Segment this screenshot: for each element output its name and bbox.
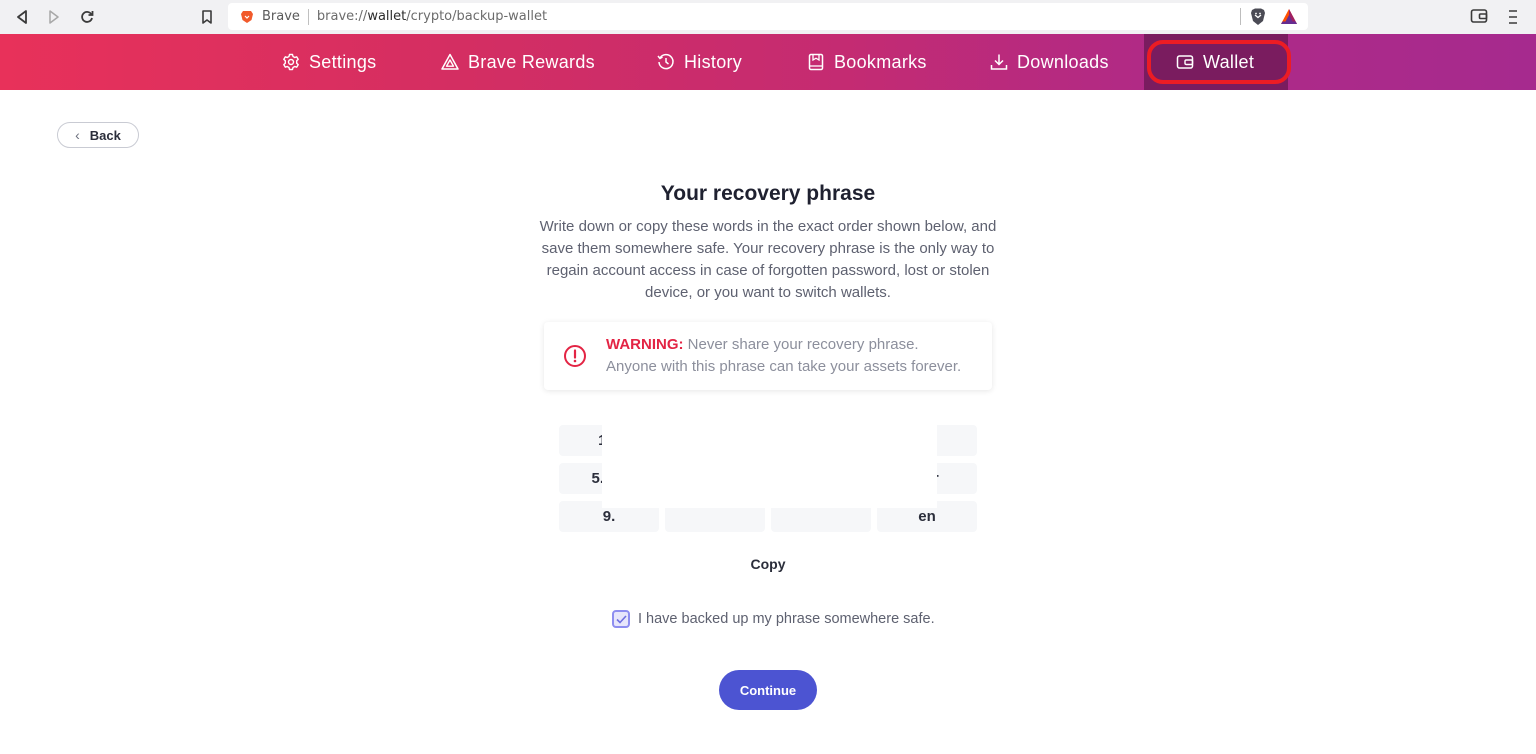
continue-button[interactable]: Continue xyxy=(719,670,817,710)
nav-history[interactable]: History xyxy=(657,34,742,90)
history-icon xyxy=(657,53,674,70)
bookmark-book-icon xyxy=(808,53,824,71)
download-icon xyxy=(990,54,1008,70)
bat-rewards-icon[interactable] xyxy=(1280,8,1298,25)
site-label: Brave xyxy=(262,9,300,24)
copy-button[interactable]: Copy xyxy=(751,556,786,572)
url-right-divider xyxy=(1240,8,1241,25)
url-divider xyxy=(307,8,309,25)
settings-top-nav: Settings Brave Rewards History Bookmarks… xyxy=(0,34,1536,90)
nav-settings-label: Settings xyxy=(309,51,377,72)
bookmark-icon xyxy=(202,10,212,24)
nav-brave-rewards-label: Brave Rewards xyxy=(468,51,595,72)
nav-wallet[interactable]: Wallet xyxy=(1176,34,1254,90)
menu-icon[interactable] xyxy=(1505,7,1521,27)
forward-nav-button[interactable] xyxy=(44,7,64,27)
forward-icon xyxy=(49,10,59,24)
brave-shields-icon[interactable] xyxy=(1250,8,1266,26)
warning-line1: Never share your recovery phrase. xyxy=(683,336,919,353)
back-button[interactable]: ‹ Back xyxy=(57,122,139,148)
nav-bookmarks-label: Bookmarks xyxy=(834,51,927,72)
warning-label: WARNING: xyxy=(606,336,684,353)
checkmark-icon xyxy=(615,614,627,624)
nav-wallet-label: Wallet xyxy=(1203,51,1255,72)
nav-history-label: History xyxy=(684,51,743,72)
brave-lion-icon xyxy=(241,10,253,23)
chevron-left-icon: ‹ xyxy=(75,127,80,143)
page-title: Your recovery phrase xyxy=(660,182,876,205)
page-description: Write down or copy these words in the ex… xyxy=(539,218,997,301)
back-nav-button[interactable] xyxy=(12,7,32,27)
wallet-icon xyxy=(1176,55,1194,69)
wallet-icon[interactable] xyxy=(1470,8,1488,24)
backup-confirm-checkbox[interactable] xyxy=(612,610,630,628)
address-bar[interactable]: Brave brave://wallet/crypto/backup-walle… xyxy=(228,3,1308,30)
alert-circle-icon xyxy=(564,345,586,367)
browser-toolbar: Brave brave://wallet/crypto/backup-walle… xyxy=(0,0,1536,34)
nav-bookmarks[interactable]: Bookmarks xyxy=(807,34,927,90)
warning-text: WARNING: Never share your recovery phras… xyxy=(606,334,961,378)
nav-downloads-label: Downloads xyxy=(1017,51,1109,72)
backup-confirm-label: I have backed up my phrase somewhere saf… xyxy=(638,611,935,627)
bookmark-page-button[interactable] xyxy=(197,7,217,27)
warning-line2: Anyone with this phrase can take your as… xyxy=(606,358,962,375)
url-prefix: brave:// xyxy=(316,9,368,24)
redaction-overlay xyxy=(602,418,937,508)
gear-icon xyxy=(283,53,299,71)
copy-button-wrap: Copy xyxy=(0,556,1536,572)
url-text[interactable]: brave://wallet/crypto/backup-wallet xyxy=(317,9,547,24)
back-label: Back xyxy=(89,127,121,143)
warning-box: WARNING: Never share your recovery phras… xyxy=(544,322,992,390)
url-host: wallet xyxy=(367,9,407,24)
backup-confirm-checkbox-row[interactable]: I have backed up my phrase somewhere saf… xyxy=(612,610,935,628)
reload-icon xyxy=(81,11,94,23)
nav-downloads[interactable]: Downloads xyxy=(990,34,1109,90)
bat-triangle-icon xyxy=(441,53,459,70)
reload-button[interactable] xyxy=(77,7,97,27)
back-icon xyxy=(17,10,27,24)
nav-settings[interactable]: Settings xyxy=(282,34,376,90)
nav-brave-rewards[interactable]: Brave Rewards xyxy=(441,34,595,90)
url-path: /crypto/backup-wallet xyxy=(406,9,548,24)
